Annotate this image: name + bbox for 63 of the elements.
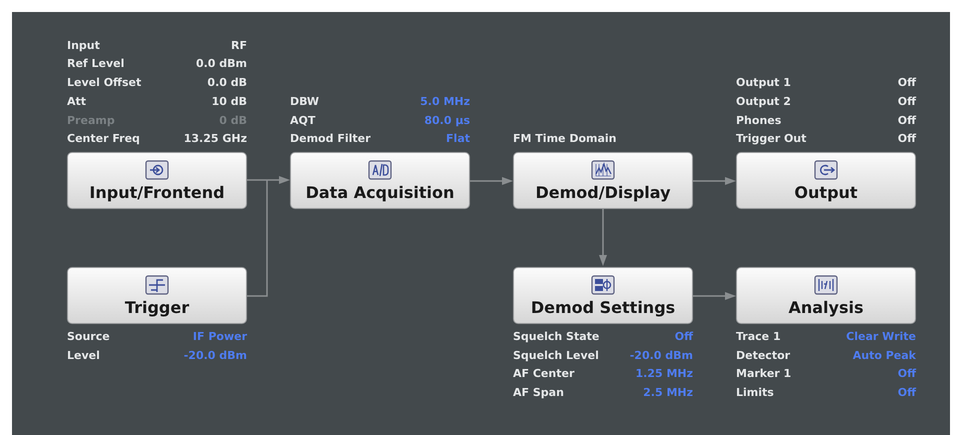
setting-label: Trigger Out: [736, 131, 806, 148]
setting-value: -20.0 dBm: [184, 348, 247, 364]
setting-label: AF Center: [513, 366, 574, 382]
setting-value: 0 dB: [219, 112, 247, 129]
setting-label: Trace 1: [736, 329, 781, 345]
setting-value: RF: [231, 38, 247, 54]
setting-value: -20.0 dBm: [630, 348, 693, 364]
setting-value: Off: [898, 385, 916, 402]
setting-label: Squelch State: [513, 329, 600, 345]
flow-arrow: [599, 209, 607, 267]
block-button[interactable]: Input/Frontend: [67, 152, 247, 209]
setting-value: 0.0 dB: [207, 75, 247, 92]
setting-label: Output 2: [736, 94, 791, 110]
setting-value: 5.0 MHz: [420, 94, 470, 110]
setting-label: Phones: [736, 112, 782, 129]
setting-label: DBW: [290, 94, 320, 110]
block-button[interactable]: Trigger: [67, 267, 247, 324]
setting-label: AQT: [290, 112, 316, 129]
function-icon: [813, 275, 839, 295]
setting-label: Marker 1: [736, 366, 792, 382]
setting-value: 10 dB: [212, 94, 247, 110]
block-button[interactable]: Demod/Display: [513, 152, 693, 209]
block-button[interactable]: Output: [736, 152, 916, 209]
flow-arrow: [693, 292, 736, 300]
block-button[interactable]: Analysis: [736, 267, 916, 324]
setting-label: Level: [67, 348, 100, 364]
setting-label: Att: [67, 94, 86, 110]
setting-label: Detector: [736, 348, 790, 364]
setting-value: Off: [898, 112, 916, 129]
waveform-display-icon: [590, 160, 616, 180]
demodulation-icon: [590, 275, 616, 295]
setting-label: Preamp: [67, 112, 115, 129]
setting-label: Source: [67, 329, 110, 345]
flow-arrow: [470, 176, 513, 184]
setting-label: Input: [67, 38, 100, 54]
block-button[interactable]: Data Acquisition: [290, 152, 470, 209]
setting-value: 13.25 GHz: [184, 131, 247, 148]
setting-value: Off: [898, 366, 916, 382]
setting-label: AF Span: [513, 385, 564, 402]
setting-label: Demod Filter: [290, 131, 371, 148]
block-button[interactable]: Demod Settings: [513, 267, 693, 324]
setting-label: Level Offset: [67, 75, 142, 92]
setting-value: Auto Peak: [852, 348, 916, 364]
setting-value: Off: [898, 131, 916, 148]
setting-value: Flat: [446, 131, 470, 148]
setting-label: Ref Level: [67, 56, 124, 72]
setting-value: 80.0 µs: [424, 112, 470, 129]
setting-label: Center Freq: [67, 131, 140, 148]
trigger-edge-icon: [144, 275, 170, 295]
setting-value: Off: [674, 329, 693, 345]
setting-label: Output 1: [736, 75, 791, 92]
setting-value: Off: [898, 75, 916, 92]
setting-value: 1.25 MHz: [635, 366, 693, 382]
setting-value: IF Power: [192, 329, 247, 345]
mode-caption: FM Time Domain: [513, 131, 618, 148]
setting-label: Limits: [736, 385, 774, 402]
setting-value: 2.5 MHz: [643, 385, 693, 402]
flow-arrow: [693, 176, 736, 184]
setting-value: Clear Write: [846, 329, 916, 345]
setting-label: Squelch Level: [513, 348, 599, 364]
converter-icon: [367, 160, 393, 180]
setting-value: Off: [898, 94, 916, 110]
setting-value: 0.0 dBm: [196, 56, 247, 72]
